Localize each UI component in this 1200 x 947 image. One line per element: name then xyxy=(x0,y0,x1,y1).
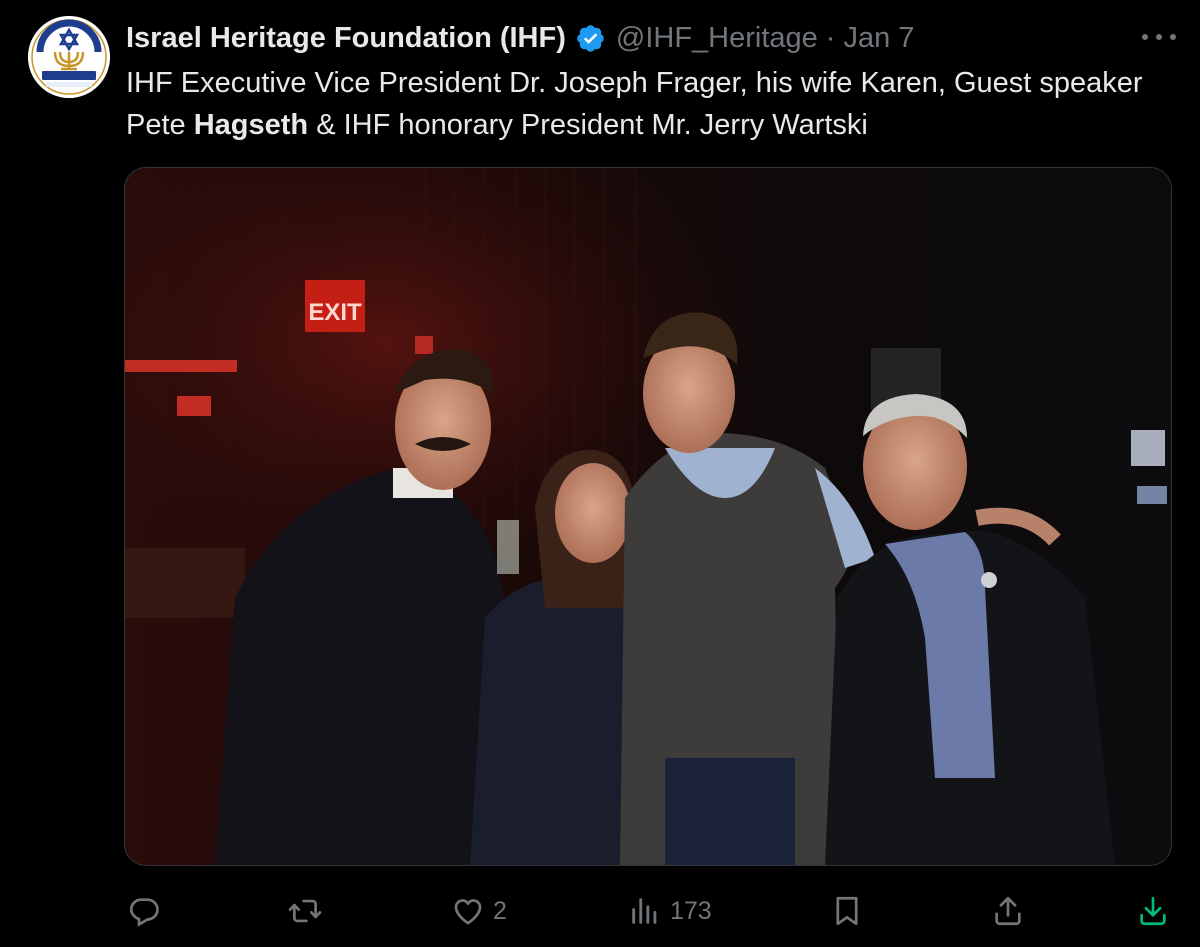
bookmark-button[interactable] xyxy=(830,885,864,937)
more-dot xyxy=(1170,34,1176,40)
tweet-header: Israel Heritage Foundation (IHF) @IHF_He… xyxy=(126,18,914,58)
more-dot xyxy=(1156,34,1162,40)
tweet-text-end: & IHF honorary President Mr. Jerry Warts… xyxy=(308,109,868,141)
tweet-text: IHF Executive Vice President Dr. Joseph … xyxy=(126,62,1166,146)
repost-arrows-icon xyxy=(288,894,322,928)
tweet-photo[interactable]: EXIT xyxy=(124,167,1172,866)
download-icon xyxy=(1136,894,1170,928)
heart-icon xyxy=(451,894,485,928)
download-button[interactable] xyxy=(1136,885,1170,937)
like-button[interactable]: 2 xyxy=(451,885,507,937)
verified-badge-icon[interactable] xyxy=(575,23,606,54)
account-handle[interactable]: @IHF_Heritage xyxy=(616,22,818,55)
action-bar: 2 173 xyxy=(0,885,1200,937)
event-photo: EXIT xyxy=(125,168,1171,865)
bookmark-icon xyxy=(830,894,864,928)
views-button[interactable]: 173 xyxy=(628,885,712,937)
repost-button[interactable] xyxy=(288,885,330,937)
reply-button[interactable] xyxy=(127,885,169,937)
views-bars-icon xyxy=(628,894,662,928)
header-separator: · xyxy=(825,21,836,54)
share-upload-icon xyxy=(991,894,1025,928)
exit-sign: EXIT xyxy=(308,299,362,326)
like-count: 2 xyxy=(493,896,507,925)
reply-bubble-icon xyxy=(127,894,161,928)
views-count: 173 xyxy=(670,896,712,925)
share-button[interactable] xyxy=(991,885,1025,937)
ihf-logo xyxy=(28,16,110,98)
display-name[interactable]: Israel Heritage Foundation (IHF) xyxy=(126,22,566,55)
more-dot xyxy=(1142,34,1148,40)
tweet-date[interactable]: Jan 7 xyxy=(843,22,914,55)
tweet-text-bold: Hagseth xyxy=(193,109,309,141)
tweet-card[interactable]: Israel Heritage Foundation (IHF) @IHF_He… xyxy=(0,0,1200,947)
account-avatar[interactable] xyxy=(28,16,110,98)
more-dots-icon[interactable] xyxy=(1142,22,1176,52)
